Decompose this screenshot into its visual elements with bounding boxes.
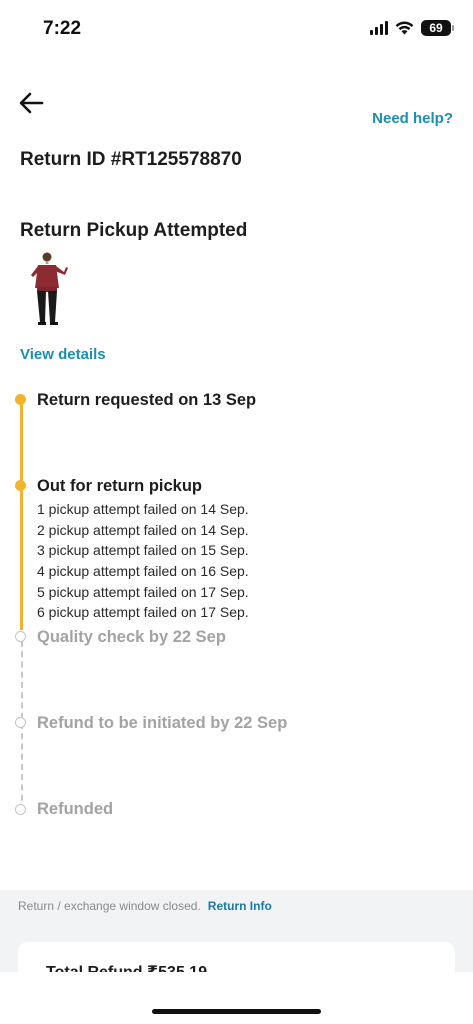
timeline-dot-pending [15,804,26,815]
return-window-notice: Return / exchange window closed. Return … [0,890,473,922]
pickup-attempt-item: 2 pickup attempt failed on 14 Sep. [37,521,249,538]
arrow-left-icon [19,92,44,114]
home-indicator[interactable] [152,1009,321,1014]
home-indicator-area [0,972,473,1024]
view-details-link[interactable]: View details [20,346,106,363]
timeline-step-refunded: Refunded [37,800,114,818]
return-info-link[interactable]: Return Info [208,899,272,913]
status-time: 7:22 [43,18,82,39]
wifi-icon [395,21,414,35]
pickup-attempt-item: 6 pickup attempt failed on 17 Sep. [37,604,249,621]
timeline-step-requested: Return requested on 13 Sep [37,391,257,409]
timeline-step-quality-check: Quality check by 22 Sep [37,628,226,646]
timeline-dot-pending [15,717,26,728]
return-window-text: Return / exchange window closed. [18,899,201,913]
need-help-link[interactable]: Need help? [372,110,453,127]
pickup-attempts-list: 1 pickup attempt failed on 14 Sep. 2 pic… [37,499,249,623]
pickup-attempt-item: 3 pickup attempt failed on 15 Sep. [37,542,249,559]
refund-section: Total Refund ₹535.19 [0,922,473,972]
return-status-title: Return Pickup Attempted [20,220,248,241]
pickup-attempt-item: 4 pickup attempt failed on 16 Sep. [37,563,249,580]
timeline-dot-completed [15,394,26,405]
status-icons: 69 [370,20,454,36]
timeline-step-pickup: Out for return pickup [37,477,202,495]
cellular-signal-icon [370,21,388,35]
pickup-attempt-item: 1 pickup attempt failed on 14 Sep. [37,501,249,517]
return-id: Return ID #RT125578870 [20,149,242,170]
battery-icon: 69 [421,20,454,36]
back-button[interactable] [16,88,46,118]
timeline-progress-line [20,400,23,630]
timeline-dot-completed [15,480,26,491]
status-bar: 7:22 69 [0,0,473,60]
total-refund-card[interactable]: Total Refund ₹535.19 [18,942,455,972]
timeline-step-refund-initiated: Refund to be initiated by 22 Sep [37,714,288,732]
pickup-attempt-item: 5 pickup attempt failed on 17 Sep. [37,583,249,600]
timeline-dot-pending [15,631,26,642]
product-image[interactable] [22,250,72,328]
